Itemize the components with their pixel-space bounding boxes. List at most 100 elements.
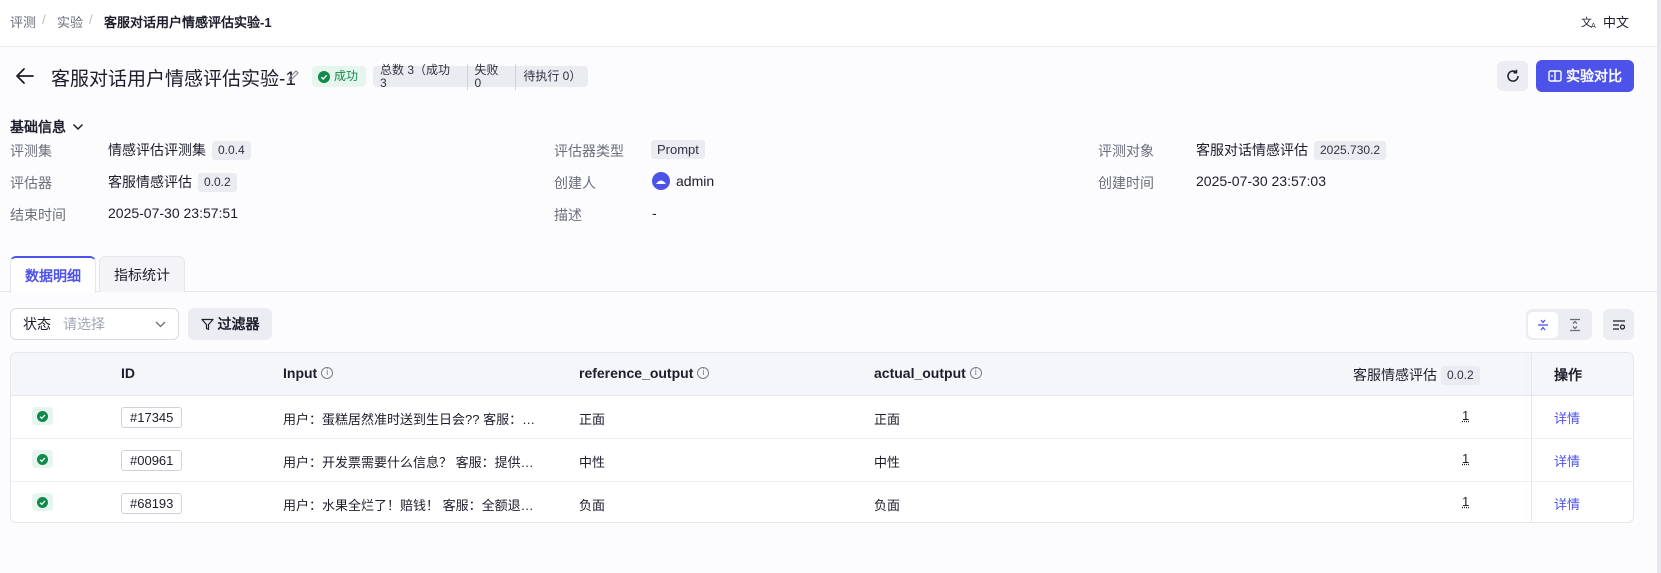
svg-text:A: A [1591, 22, 1596, 29]
refresh-button[interactable] [1497, 61, 1528, 91]
description-label: 描述 [554, 207, 582, 223]
avatar [652, 172, 670, 190]
row-id-tag: #17345 [121, 407, 183, 428]
evaluator-value: 客服情感评估 0.0.2 [108, 172, 237, 192]
row-input: 用户：开发票需要什么信息？ 客服：提供… [283, 455, 534, 470]
page-scrollbar[interactable] [1657, 0, 1661, 573]
row-id-tag: #68193 [121, 493, 183, 514]
created-time-label: 创建时间 [1098, 175, 1154, 191]
language-switch[interactable]: 文A 中文 [1581, 12, 1629, 31]
row-reference-output: 正面 [579, 412, 606, 427]
back-arrow-icon[interactable] [15, 67, 35, 85]
row-score[interactable]: 1 [1462, 494, 1469, 509]
target-name[interactable]: 客服对话情感评估 [1196, 140, 1308, 160]
chevron-down-icon [72, 123, 84, 131]
column-header-reference-output: reference_output i [579, 365, 710, 381]
eval-set-value: 情感评估评测集 0.0.4 [108, 140, 251, 160]
breadcrumb-item-experiment[interactable]: 实验 [57, 12, 83, 31]
collapse-rows-icon [1538, 319, 1548, 330]
target-version-badge: 2025.730.2 [1314, 140, 1387, 160]
evaluator-type-value: Prompt [651, 140, 705, 159]
status-text: 成功 [334, 69, 359, 83]
success-status-icon [32, 407, 53, 425]
evaluator-version-badge: 0.0.2 [198, 172, 237, 192]
table-row[interactable]: #17345 用户：蛋糕居然准时送到生日会?? 客服：… 正面 正面 1 详情 [11, 396, 1633, 439]
count-failed: 失败 0 [468, 63, 517, 90]
table-row[interactable]: #68193 用户：水果全烂了！赔钱！ 客服：全额退… 负面 负面 1 详情 [11, 482, 1633, 522]
table-header: ID Input i reference_output i actual_out… [11, 353, 1633, 396]
column-header-evaluator-label: 客服情感评估 [1353, 367, 1437, 383]
tab-metrics[interactable]: 指标统计 [99, 256, 185, 292]
row-input: 用户：蛋糕居然准时送到生日会?? 客服：… [283, 412, 536, 427]
top-bar: 评测 / 实验 / 客服对话用户情感评估实验-1 文A 中文 [0, 0, 1657, 47]
column-header-actual-output: actual_output i [874, 365, 982, 381]
evaluator-type-label: 评估器类型 [554, 143, 624, 159]
target-value: 客服对话情感评估 2025.730.2 [1196, 140, 1387, 160]
language-label: 中文 [1603, 15, 1630, 30]
status-select[interactable]: 状态 请选择 [10, 308, 179, 340]
evaluator-name[interactable]: 客服情感评估 [108, 172, 192, 192]
description-value: - [652, 205, 657, 221]
success-status-icon [32, 450, 53, 468]
compare-icon [1548, 70, 1562, 82]
collapse-rows-button[interactable] [1528, 311, 1558, 338]
info-icon[interactable]: i [697, 367, 710, 379]
check-circle-icon [318, 70, 330, 83]
refresh-icon [1506, 69, 1519, 82]
column-settings-icon [1612, 319, 1625, 330]
experiment-compare-button[interactable]: 实验对比 [1536, 60, 1634, 92]
column-settings-button[interactable] [1603, 309, 1634, 340]
funnel-icon [200, 318, 214, 330]
basic-info-toggle[interactable]: 基础信息 [10, 117, 84, 137]
breadcrumb-item-evaluation[interactable]: 评测 [10, 12, 36, 31]
end-time-label: 结束时间 [10, 207, 66, 223]
user-avatar-icon [656, 180, 666, 184]
creator-name: admin [676, 173, 715, 189]
translate-icon: 文A [1581, 15, 1596, 29]
breadcrumb-separator: / [89, 12, 93, 27]
edit-pencil-icon[interactable] [287, 69, 300, 82]
basic-info-title: 基础信息 [10, 119, 66, 135]
row-detail-link[interactable]: 详情 [1554, 494, 1580, 513]
creator-value: admin [652, 172, 714, 190]
compare-label: 实验对比 [1566, 68, 1622, 84]
count-summary-badge: 总数 3（成功 3 失败 0 待执行 0） [373, 63, 588, 90]
row-input: 用户：水果全烂了！赔钱！ 客服：全额退… [283, 498, 534, 513]
column-header-action: 操作 [1554, 367, 1582, 383]
results-table: ID Input i reference_output i actual_out… [10, 352, 1634, 523]
breadcrumb-separator: / [42, 12, 46, 27]
eval-set-version-badge: 0.0.4 [212, 140, 251, 160]
row-detail-link[interactable]: 详情 [1554, 451, 1580, 470]
row-actual-output: 负面 [874, 498, 901, 513]
column-header-input: Input i [283, 365, 334, 381]
status-select-placeholder: 请选择 [63, 316, 105, 332]
count-total: 总数 3（成功 3 [373, 63, 468, 90]
expand-rows-button[interactable] [1560, 312, 1590, 338]
tab-data-detail[interactable]: 数据明细 [10, 256, 96, 293]
eval-set-name[interactable]: 情感评估评测集 [108, 140, 206, 160]
row-score[interactable]: 1 [1462, 408, 1469, 423]
column-header-input-label: Input [283, 365, 318, 381]
column-header-evaluator-version: 0.0.2 [1441, 365, 1480, 385]
row-detail-link[interactable]: 详情 [1554, 408, 1580, 427]
row-score[interactable]: 1 [1462, 451, 1469, 466]
success-status-icon [32, 493, 53, 511]
page-title: 客服对话用户情感评估实验-1 [51, 69, 296, 90]
fixed-column-divider [1531, 353, 1532, 522]
end-time-value: 2025-07-30 23:57:51 [108, 205, 238, 221]
column-header-id: ID [121, 365, 135, 381]
evaluator-type-badge: Prompt [651, 140, 705, 159]
eval-set-label: 评测集 [10, 143, 52, 159]
breadcrumb-item-current: 客服对话用户情感评估实验-1 [104, 15, 272, 30]
table-row[interactable]: #00961 用户：开发票需要什么信息？ 客服：提供… 中性 中性 1 详情 [11, 439, 1633, 482]
info-icon[interactable]: i [321, 367, 334, 379]
chevron-down-icon [155, 321, 166, 327]
filter-button[interactable]: 过滤器 [188, 308, 272, 340]
info-icon[interactable]: i [969, 367, 982, 379]
created-time-value: 2025-07-30 23:57:03 [1196, 173, 1326, 189]
column-header-evaluator: 客服情感评估 0.0.2 [1353, 365, 1480, 385]
count-pending: 待执行 0） [523, 69, 582, 83]
filter-label: 过滤器 [217, 316, 260, 332]
evaluator-label: 评估器 [10, 175, 52, 191]
column-header-reference-label: reference_output [579, 365, 694, 381]
